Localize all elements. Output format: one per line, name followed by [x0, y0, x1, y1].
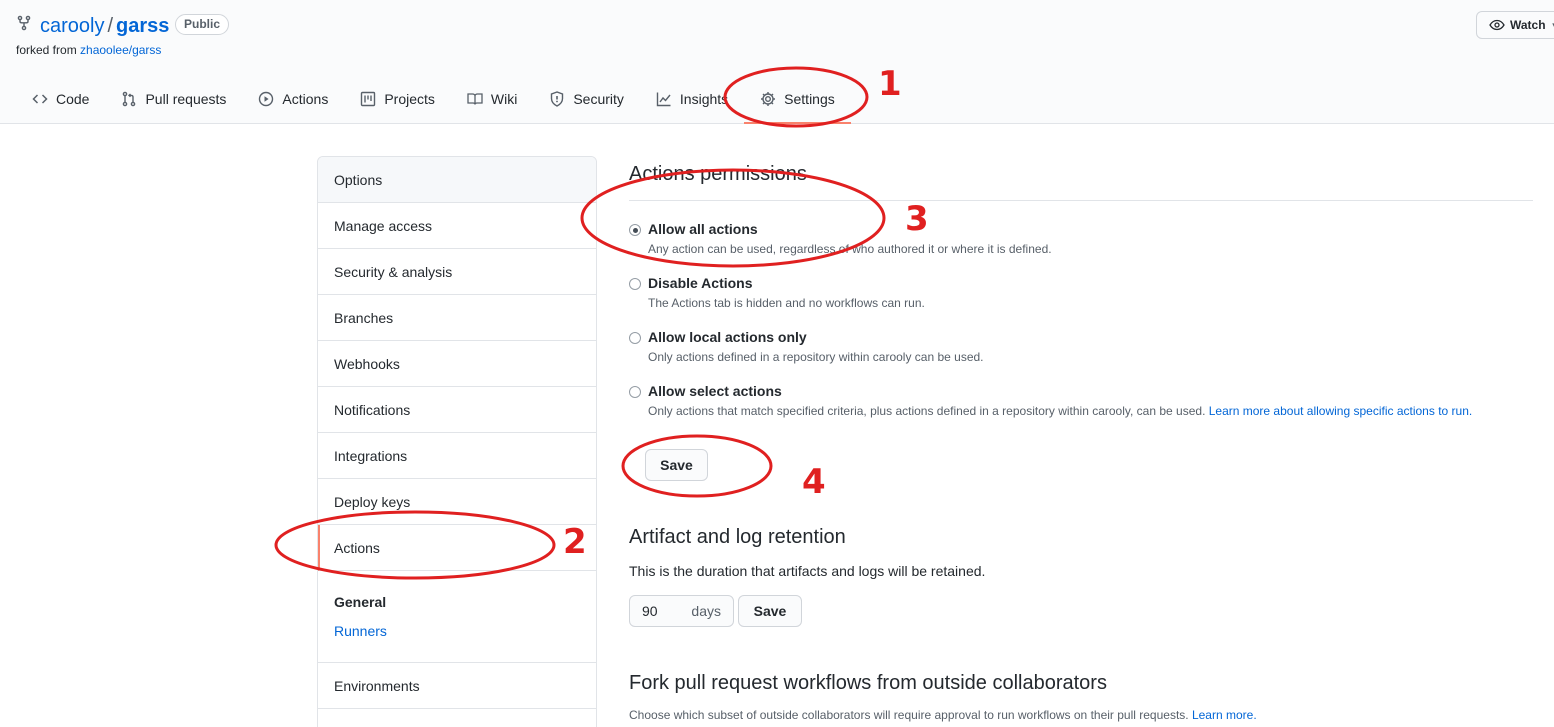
tab-wiki[interactable]: Wiki [451, 82, 533, 116]
sidebar-subheading-general[interactable]: General [334, 594, 386, 610]
tab-label: Settings [784, 91, 835, 107]
visibility-badge: Public [175, 14, 230, 35]
watch-button[interactable]: Watch ▼ [1476, 11, 1554, 39]
sidebar-item-branches[interactable]: Branches [318, 295, 596, 341]
annotation-step-2: 2 [563, 522, 587, 562]
repo-name-link[interactable]: garss [116, 15, 169, 37]
tab-label: Code [56, 91, 90, 107]
tab-settings[interactable]: Settings [744, 82, 851, 124]
tab-label: Security [573, 91, 624, 107]
learn-more-select-actions-link[interactable]: Learn more about allowing specific actio… [1209, 404, 1472, 418]
fork-note-text: Choose which subset of outside collabora… [629, 708, 1192, 722]
fork-pr-workflows-note: Choose which subset of outside collabora… [629, 708, 1257, 722]
sidebar-item-deploy-keys[interactable]: Deploy keys [318, 479, 596, 525]
radio-note: Only actions that match specified criter… [648, 404, 1472, 418]
tab-pull-requests[interactable]: Pull requests [105, 82, 242, 116]
permissions-save-button[interactable]: Save [645, 449, 708, 481]
pull-request-icon [123, 91, 136, 107]
tab-insights[interactable]: Insights [640, 82, 744, 116]
sidebar-item-options[interactable]: Options [318, 157, 596, 203]
chevron-down-icon: ▼ [1551, 21, 1554, 30]
sidebar-item-integrations[interactable]: Integrations [318, 433, 596, 479]
radio-label[interactable]: Allow local actions only [648, 329, 807, 345]
book-icon [467, 93, 483, 105]
tab-label: Pull requests [145, 91, 227, 107]
actions-permissions-title: Actions permissions [629, 163, 807, 185]
sidebar-item-webhooks[interactable]: Webhooks [318, 341, 596, 387]
tab-code[interactable]: Code [16, 82, 105, 116]
tab-projects[interactable]: Projects [344, 82, 451, 116]
annotation-step-3: 3 [905, 199, 929, 239]
forked-from-prefix: forked from [16, 43, 81, 57]
retention-description: This is the duration that artifacts and … [629, 563, 986, 579]
fork-pr-workflows-title: Fork pull request workflows from outside… [629, 672, 1107, 694]
play-icon [259, 91, 274, 107]
repo-owner-link[interactable]: carooly [40, 15, 104, 37]
settings-menu: Options Manage access Security & analysi… [317, 156, 597, 727]
tab-security[interactable]: Security [533, 82, 640, 116]
sidebar-item-notifications[interactable]: Notifications [318, 387, 596, 433]
repo-tabs: Code Pull requests Actions Projects Wiki… [16, 82, 851, 124]
forked-from: forked from zhaoolee/garss [16, 43, 161, 57]
sidebar-item-environments[interactable]: Environments [318, 663, 596, 709]
learn-more-link[interactable]: Learn more. [1192, 708, 1257, 722]
radio-label[interactable]: Disable Actions [648, 275, 753, 291]
tab-label: Wiki [490, 91, 518, 107]
sidebar-item-manage-access[interactable]: Manage access [318, 203, 596, 249]
radio-note: Any action can be used, regardless of wh… [648, 242, 1052, 256]
repo-separator: / [107, 15, 114, 37]
sidebar-sublink-runners[interactable]: Runners [334, 623, 387, 639]
sidebar-actions-subgroup [318, 571, 596, 663]
radio-button-checked[interactable] [629, 224, 641, 236]
forked-source-link[interactable]: zhaoolee/garss [80, 43, 161, 57]
eye-icon [1489, 19, 1505, 31]
fork-icon [17, 15, 31, 31]
radio-note: The Actions tab is hidden and no workflo… [648, 296, 925, 310]
radio-label[interactable]: Allow select actions [648, 383, 782, 399]
repo-title: carooly / garss [40, 13, 169, 39]
annotation-step-4: 4 [802, 462, 826, 502]
sidebar-item-security-analysis[interactable]: Security & analysis [318, 249, 596, 295]
radio-note: Only actions defined in a repository wit… [648, 350, 984, 364]
annotation-step-1: 1 [878, 64, 902, 104]
sidebar-item-actions[interactable]: Actions [318, 525, 596, 571]
sidebar-item-next[interactable] [318, 709, 596, 727]
retention-days-input[interactable]: 90 days [629, 595, 734, 627]
tab-label: Actions [282, 91, 329, 107]
watch-label: Watch [1510, 18, 1546, 32]
repo-header: carooly / garss Public forked from zhaoole… [0, 0, 1554, 124]
retention-days-value[interactable]: 90 [642, 603, 658, 619]
radio-button[interactable] [629, 332, 641, 344]
gear-icon [761, 92, 776, 106]
code-icon [32, 94, 48, 104]
shield-icon [551, 91, 564, 107]
retention-save-button[interactable]: Save [738, 595, 802, 627]
graph-icon [656, 92, 671, 107]
retention-title: Artifact and log retention [629, 526, 846, 548]
radio-button[interactable] [629, 386, 641, 398]
tab-label: Projects [384, 91, 435, 107]
retention-days-unit: days [691, 603, 721, 619]
radio-label[interactable]: Allow all actions [648, 221, 758, 237]
radio-note-text: Only actions that match specified criter… [648, 404, 1209, 418]
project-icon [361, 91, 376, 107]
radio-button[interactable] [629, 278, 641, 290]
tab-label: Insights [679, 91, 729, 107]
section-divider [629, 200, 1533, 201]
tab-actions[interactable]: Actions [242, 82, 344, 116]
